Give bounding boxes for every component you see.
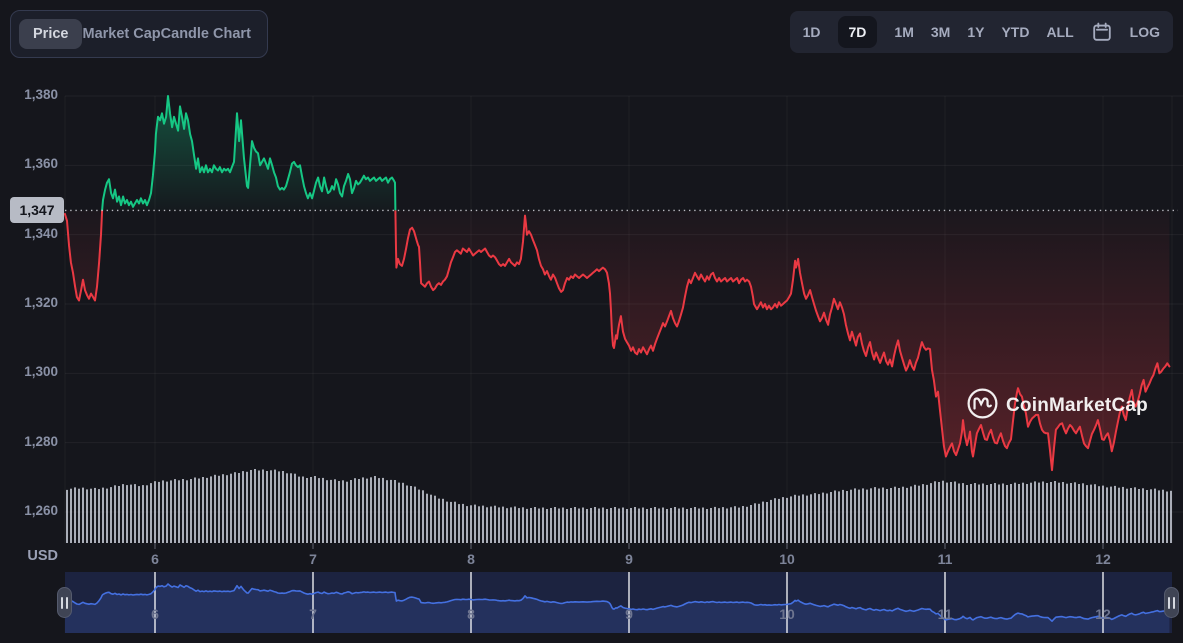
y-tick-label: 1,300	[24, 364, 58, 380]
y-tick-label: 1,260	[24, 503, 58, 518]
range-1d[interactable]: 1D	[803, 24, 821, 40]
range-3m[interactable]: 3M	[931, 24, 950, 40]
navigator-tick-label: 9	[625, 606, 633, 622]
x-tick-label: 7	[309, 551, 317, 567]
x-tick-label: 10	[779, 551, 795, 567]
chart-type-candle-chart[interactable]: Candle Chart	[161, 26, 251, 42]
chart-type-market-cap[interactable]: Market Cap	[82, 26, 160, 42]
price-chart-canvas[interactable]	[0, 0, 1183, 643]
range-7d[interactable]: 7D	[837, 16, 878, 48]
log-scale-toggle[interactable]: LOG	[1130, 24, 1160, 40]
x-tick-label: 11	[937, 551, 953, 567]
y-tick-label: 1,340	[24, 225, 58, 241]
x-tick-label: 9	[625, 551, 633, 567]
y-tick-label: 1,360	[24, 156, 58, 172]
navigator-tick-label: 12	[1095, 606, 1111, 622]
chart-type-price[interactable]: Price	[19, 19, 83, 49]
x-tick-label: 8	[467, 551, 475, 567]
navigator-left-handle[interactable]	[57, 587, 72, 618]
navigator-tick-label: 10	[779, 606, 795, 622]
y-tick-label: 1,280	[24, 433, 58, 449]
navigator-tick-label: 6	[151, 606, 159, 622]
range-1m[interactable]: 1M	[894, 24, 913, 40]
navigator-tick-label: 7	[309, 606, 317, 622]
navigator-tick-label: 8	[467, 606, 475, 622]
x-tick-label: 12	[1095, 551, 1111, 567]
calendar-icon[interactable]	[1091, 21, 1113, 43]
current-price-badge: 1,347	[10, 197, 64, 223]
time-range-toolbar: 1D 7D 1M 3M 1Y YTD ALL LOG	[789, 11, 1173, 53]
navigator-tick-label: 11	[937, 606, 953, 622]
navigator-right-handle[interactable]	[1164, 587, 1179, 618]
range-ytd[interactable]: YTD	[1001, 24, 1029, 40]
y-axis-unit-label: USD	[27, 548, 58, 564]
chart-type-toggle-group: Price Market Cap Candle Chart	[10, 10, 268, 58]
price-chart-widget: Price Market Cap Candle Chart 1D 7D 1M 3M 1Y YT…	[0, 0, 1183, 643]
range-all[interactable]: ALL	[1046, 24, 1073, 40]
range-1y[interactable]: 1Y	[967, 24, 984, 40]
x-tick-label: 6	[151, 551, 159, 567]
y-tick-label: 1,380	[24, 87, 58, 102]
y-tick-label: 1,320	[24, 295, 58, 310]
